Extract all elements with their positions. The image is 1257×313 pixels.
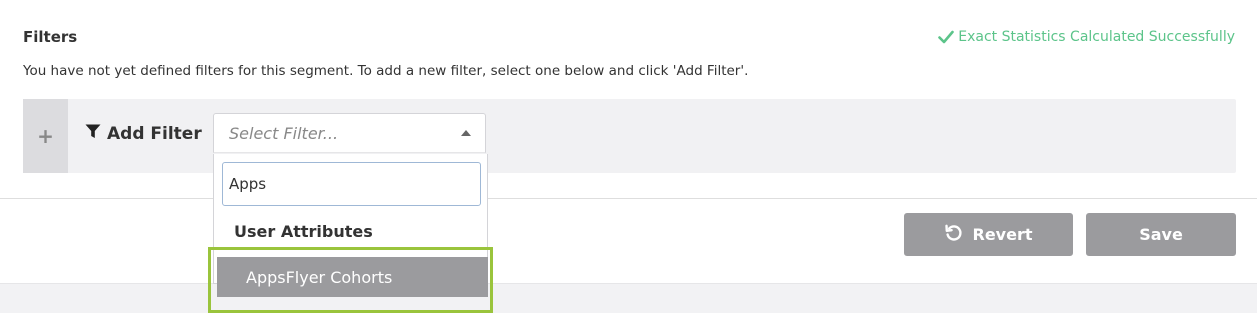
plus-icon: +	[37, 124, 54, 148]
add-filter-bar: + Add Filter Select Filter...	[23, 99, 1236, 173]
revert-label: Revert	[972, 225, 1033, 244]
success-message-text: Exact Statistics Calculated Successfully	[958, 29, 1235, 45]
segment-filters-page: Filters Exact Statistics Calculated Succ…	[0, 0, 1257, 313]
save-label: Save	[1139, 225, 1183, 244]
filters-heading: Filters	[23, 28, 78, 46]
add-filter-plus-button[interactable]: +	[23, 99, 68, 173]
revert-button[interactable]: Revert	[904, 213, 1073, 256]
dropdown-group-label: User Attributes	[234, 222, 373, 241]
undo-icon	[944, 224, 963, 246]
filter-select-placeholder: Select Filter...	[229, 124, 339, 143]
add-filter-label[interactable]: Add Filter	[85, 124, 202, 144]
section-divider	[0, 198, 1257, 199]
footer-strip	[0, 283, 1257, 313]
caret-up-icon[interactable]	[461, 130, 471, 136]
success-message: Exact Statistics Calculated Successfully	[938, 29, 1235, 45]
filter-search-input[interactable]	[222, 162, 481, 206]
filter-select[interactable]: Select Filter...	[213, 113, 486, 153]
filters-hint-text: You have not yet defined filters for thi…	[23, 63, 749, 79]
funnel-icon	[85, 124, 101, 144]
save-button[interactable]: Save	[1086, 213, 1236, 256]
add-filter-text: Add Filter	[107, 124, 202, 144]
dropdown-option-appsflyer-cohorts[interactable]: AppsFlyer Cohorts	[217, 257, 488, 297]
check-icon	[938, 30, 955, 44]
